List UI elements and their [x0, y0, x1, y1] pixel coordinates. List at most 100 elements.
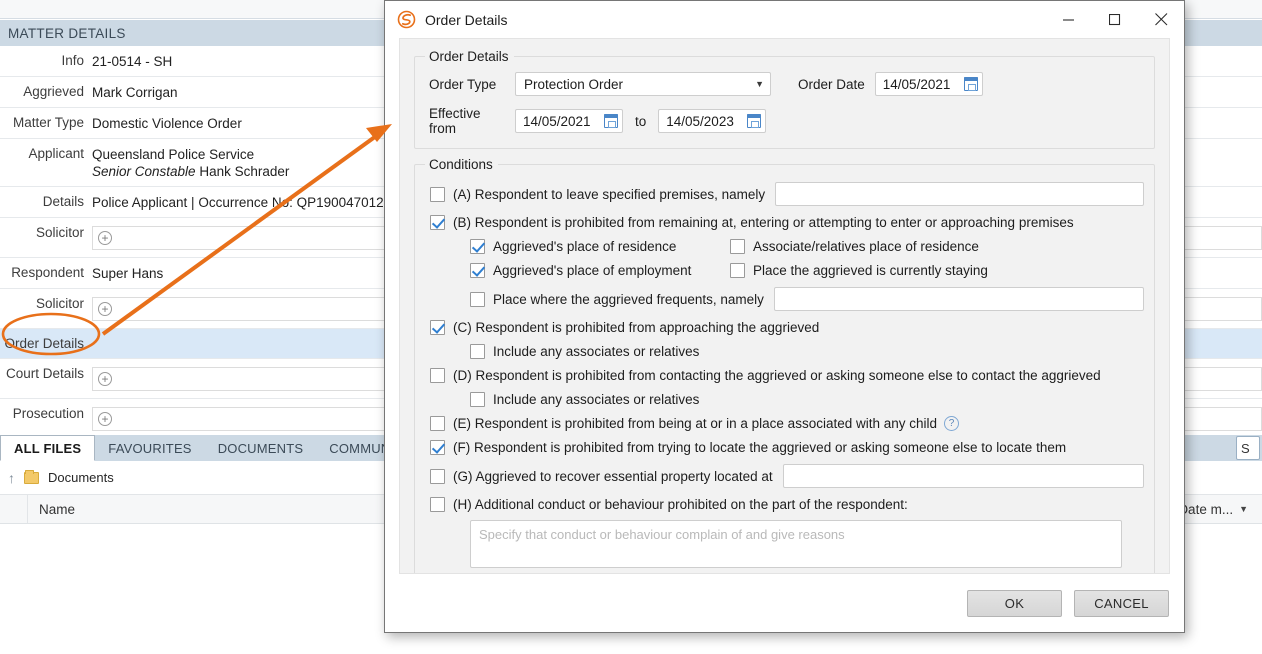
dialog-titlebar: Order Details [385, 1, 1184, 38]
officer-rank: Senior Constable [92, 164, 196, 179]
effective-dates-row: Effective from 14/05/2021 to 14/05/2023 [429, 106, 1144, 136]
checkbox-aggrieved-employment[interactable] [470, 263, 485, 278]
app-logo-icon [397, 10, 416, 29]
checkbox-condition-a[interactable] [430, 186, 445, 202]
row-label: Court Details [5, 366, 84, 381]
condition-c-label: (C) Respondent is prohibited from approa… [453, 320, 820, 335]
plus-icon[interactable]: + [98, 302, 112, 316]
condition-h-textarea[interactable]: Specify that conduct or behaviour compla… [470, 520, 1122, 568]
condition-g-input[interactable] [782, 464, 1144, 488]
effective-to-field[interactable]: 14/05/2023 [658, 109, 767, 133]
row-label: Order Details [4, 336, 84, 351]
column-header-date-label: Date m... [1178, 501, 1234, 517]
condition-b-sub-row-2: Aggrieved's place of employment Place th… [470, 263, 1144, 278]
effective-to-value: 14/05/2023 [666, 113, 734, 129]
chevron-down-icon: ▼ [1239, 504, 1248, 514]
minimize-icon[interactable] [1046, 1, 1092, 38]
condition-c-sub-row: Include any associates or relatives [470, 344, 1144, 359]
order-type-label: Order Type [429, 76, 497, 92]
condition-d1-label: Include any associates or relatives [493, 392, 700, 407]
tab-favourites[interactable]: FAVOURITES [95, 435, 204, 461]
checkbox-condition-h[interactable] [430, 497, 445, 512]
order-type-select[interactable]: Protection Order ▼ [515, 72, 771, 96]
condition-b3: Aggrieved's place of employment [470, 263, 730, 278]
order-date-field[interactable]: 14/05/2021 [874, 72, 983, 96]
column-header-name[interactable]: Name [28, 502, 75, 517]
checkbox-condition-b[interactable] [430, 215, 445, 230]
order-details-group: Order Details Order Type Protection Orde… [414, 49, 1155, 149]
breadcrumb-label[interactable]: Documents [48, 470, 114, 485]
row-label: Matter Type [12, 115, 84, 130]
up-arrow-icon[interactable]: ↑ [8, 470, 15, 486]
order-type-row: Order Type Protection Order ▼ Order Date… [429, 72, 1144, 96]
order-date-value: 14/05/2021 [882, 76, 951, 92]
condition-b5-input[interactable] [773, 287, 1144, 311]
condition-b1: Aggrieved's place of residence [470, 239, 730, 254]
checkbox-c-include-associates[interactable] [470, 344, 485, 359]
condition-a-label: (A) Respondent to leave specified premis… [453, 186, 766, 202]
condition-b-label: (B) Respondent is prohibited from remain… [453, 215, 1074, 230]
list-gutter [0, 495, 28, 523]
condition-d-row: (D) Respondent is prohibited from contac… [430, 368, 1144, 383]
checkbox-condition-d[interactable] [430, 368, 445, 383]
checkbox-currently-staying[interactable] [730, 263, 745, 278]
condition-d-label: (D) Respondent is prohibited from contac… [453, 368, 1101, 383]
help-icon[interactable]: ? [944, 416, 960, 431]
cancel-button[interactable]: CANCEL [1074, 589, 1169, 617]
plus-icon[interactable]: + [98, 231, 112, 245]
row-label: Info [61, 53, 84, 68]
maximize-icon[interactable] [1092, 1, 1138, 38]
dialog-footer: OK CANCEL [385, 574, 1184, 632]
order-date-label: Order Date [798, 76, 865, 92]
calendar-icon[interactable] [963, 77, 978, 91]
checkbox-d-include-associates[interactable] [470, 392, 485, 407]
effective-from-value: 14/05/2021 [523, 113, 591, 129]
checkbox-condition-e[interactable] [430, 416, 445, 431]
condition-b4: Place the aggrieved is currently staying [730, 263, 988, 278]
close-icon[interactable] [1138, 1, 1184, 38]
checkbox-aggrieved-residence[interactable] [470, 239, 485, 254]
condition-f-label: (F) Respondent is prohibited from trying… [453, 440, 1067, 455]
ok-button[interactable]: OK [967, 589, 1062, 617]
condition-h-label: (H) Additional conduct or behaviour proh… [453, 497, 908, 512]
condition-b2-label: Associate/relatives place of residence [753, 239, 979, 254]
row-label: Solicitor [35, 225, 84, 240]
condition-a-input[interactable] [775, 182, 1144, 206]
row-label: Aggrieved [23, 84, 84, 99]
condition-g-label: (G) Aggrieved to recover essential prope… [453, 468, 773, 484]
effective-from-label: Effective from [429, 106, 481, 136]
tab-all-files[interactable]: ALL FILES [0, 435, 96, 461]
folder-icon [24, 469, 39, 484]
checkbox-associate-residence[interactable] [730, 239, 745, 254]
plus-icon[interactable]: + [98, 372, 112, 386]
tab-documents[interactable]: DOCUMENTS [205, 435, 317, 461]
column-header-date-modified[interactable]: Date m... ▼ [1178, 502, 1248, 517]
condition-b1-label: Aggrieved's place of residence [493, 239, 677, 254]
row-label: Applicant [28, 146, 84, 161]
calendar-icon[interactable] [604, 114, 618, 128]
condition-a-row: (A) Respondent to leave specified premis… [430, 182, 1144, 206]
condition-h-textarea-wrap: Specify that conduct or behaviour compla… [470, 520, 1144, 568]
condition-c1-label: Include any associates or relatives [493, 344, 700, 359]
checkbox-condition-g[interactable] [430, 468, 445, 484]
search-input[interactable]: S [1236, 436, 1260, 460]
conditions-legend: Conditions [429, 157, 493, 172]
condition-f-row: (F) Respondent is prohibited from trying… [430, 440, 1144, 455]
condition-b-sub-row-3: Place where the aggrieved frequents, nam… [470, 287, 1144, 311]
row-label: Solicitor [35, 296, 84, 311]
condition-h-row: (H) Additional conduct or behaviour proh… [430, 497, 1144, 512]
effective-from-field[interactable]: 14/05/2021 [515, 109, 623, 133]
condition-b3-label: Aggrieved's place of employment [493, 263, 692, 278]
condition-e-row: (E) Respondent is prohibited from being … [430, 416, 1144, 431]
condition-b-row: (B) Respondent is prohibited from remain… [430, 215, 1144, 230]
calendar-icon[interactable] [747, 114, 762, 128]
row-label: Respondent [11, 265, 84, 280]
condition-b2: Associate/relatives place of residence [730, 239, 979, 254]
checkbox-aggrieved-frequents[interactable] [470, 291, 485, 307]
dialog-body: Order Details Order Type Protection Orde… [399, 38, 1170, 574]
checkbox-condition-c[interactable] [430, 320, 445, 335]
checkbox-condition-f[interactable] [430, 440, 445, 455]
plus-icon[interactable]: + [98, 412, 112, 426]
row-label: Details [42, 194, 84, 209]
dialog-title: Order Details [425, 11, 508, 28]
